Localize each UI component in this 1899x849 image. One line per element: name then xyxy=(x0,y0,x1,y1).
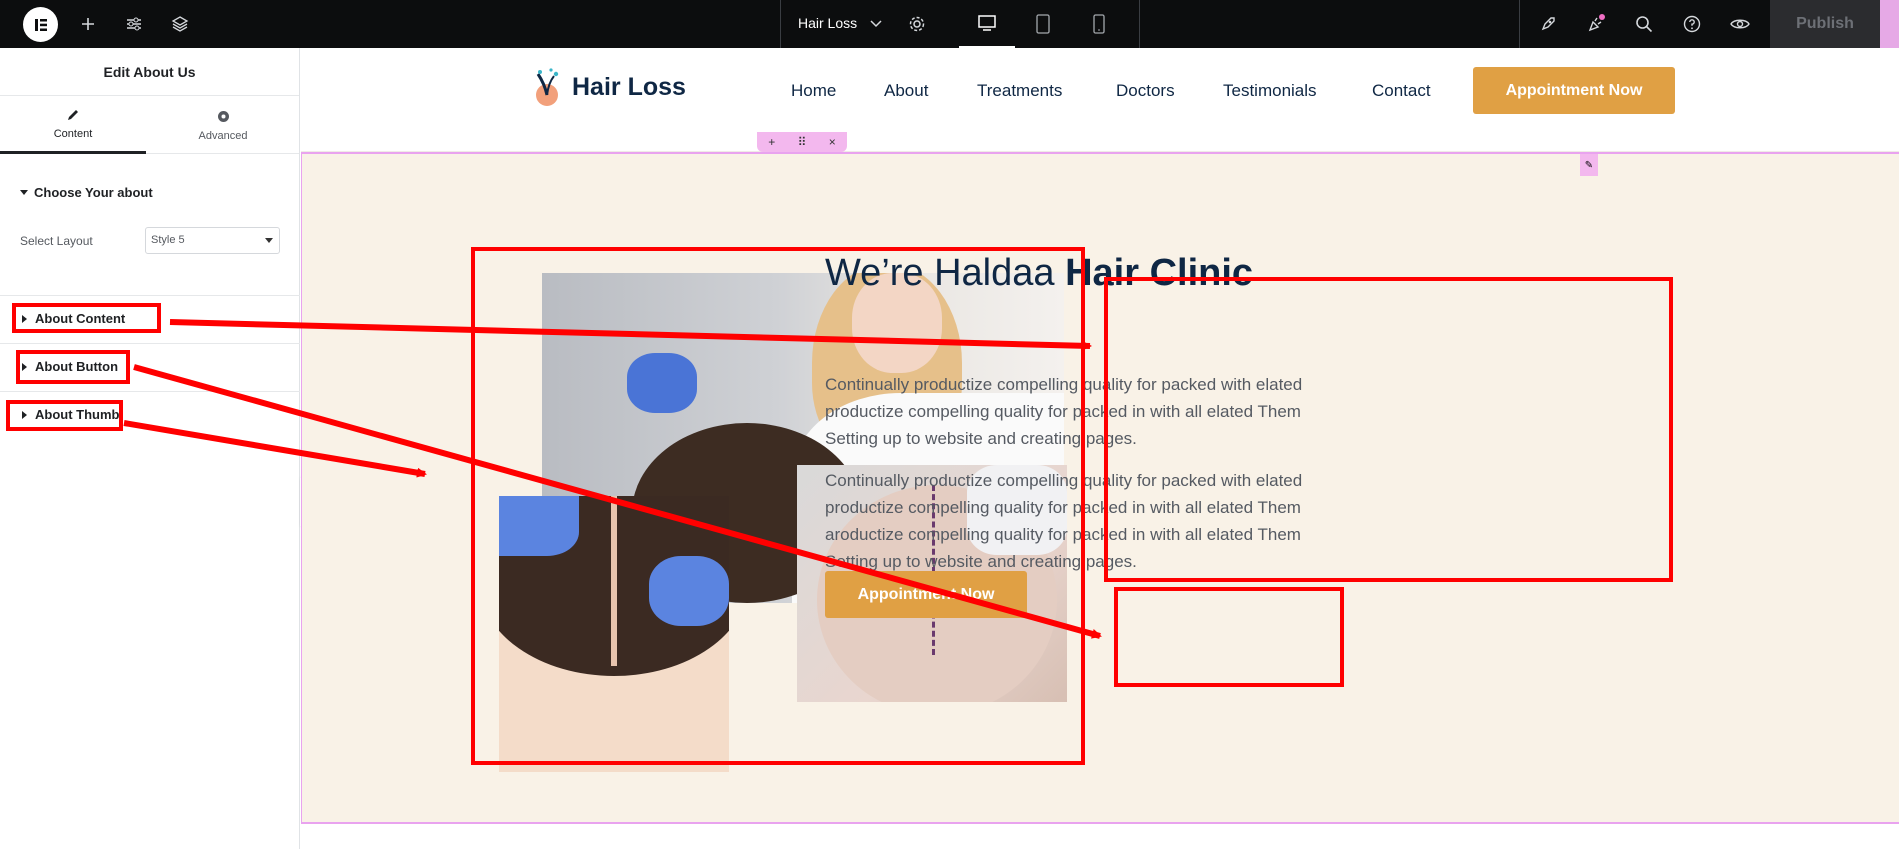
site-header: Hair Loss Home About Treatments Doctors … xyxy=(301,48,1899,152)
hair-follicle-logo-icon xyxy=(536,68,559,106)
editor-topbar: Hair Loss Publish xyxy=(0,0,1899,48)
drag-handle-icon[interactable]: ⠿ xyxy=(798,135,807,149)
desktop-icon xyxy=(978,15,996,31)
select-layout-value: Style 5 xyxy=(151,234,185,246)
section-toolbar: + ⠿ × xyxy=(757,132,847,152)
search-icon[interactable] xyxy=(1632,12,1656,36)
caret-right-icon xyxy=(22,314,27,323)
about-paragraph-2: Continually productize compelling qualit… xyxy=(825,471,1303,571)
about-heading: We’re Haldaa Hair Clinic xyxy=(825,252,1253,295)
site-settings-icon[interactable] xyxy=(122,12,146,36)
whats-new-icon[interactable] xyxy=(1584,12,1608,36)
accordion-label: About Thumb xyxy=(35,407,120,422)
section-choose-about[interactable]: Choose Your about xyxy=(20,185,153,200)
publish-options-button[interactable] xyxy=(1880,0,1899,48)
select-layout-dropdown[interactable]: Style 5 xyxy=(145,227,280,254)
tab-content[interactable]: Content xyxy=(0,96,146,154)
page-settings-gear-icon[interactable] xyxy=(905,12,929,36)
caret-down-icon xyxy=(20,190,28,195)
tab-advanced-label: Advanced xyxy=(198,129,248,142)
elementor-logo-icon[interactable] xyxy=(23,7,58,42)
widget-settings-panel: Edit About Us Content Advanced Choose Yo… xyxy=(0,48,300,849)
desktop-view-button[interactable] xyxy=(959,0,1015,48)
pencil-icon xyxy=(68,109,78,120)
caret-right-icon xyxy=(22,362,27,371)
nav-testimonials[interactable]: Testimonials xyxy=(1223,81,1317,101)
nav-home[interactable]: Home xyxy=(791,81,836,101)
tab-content-label: Content xyxy=(53,127,93,140)
about-heading-bold: Hair Clinic xyxy=(1065,252,1254,294)
accordion-about-thumb[interactable]: About Thumb xyxy=(0,391,300,439)
preview-eye-icon[interactable] xyxy=(1728,12,1752,36)
site-brand-name: Hair Loss xyxy=(572,72,686,101)
document-title[interactable]: Hair Loss xyxy=(798,15,857,31)
header-appointment-button[interactable]: Appointment Now xyxy=(1473,67,1675,114)
accordion-label: About Button xyxy=(35,359,119,374)
accordion-label: About Content xyxy=(35,311,126,326)
chevron-down-icon[interactable] xyxy=(864,12,888,36)
about-image-parting xyxy=(499,496,729,772)
layers-icon[interactable] xyxy=(168,12,192,36)
panel-title: Edit About Us xyxy=(0,48,299,96)
publish-button[interactable]: Publish xyxy=(1770,0,1880,48)
delete-section-icon[interactable]: × xyxy=(829,135,836,149)
nav-contact[interactable]: Contact xyxy=(1372,81,1431,101)
nav-doctors[interactable]: Doctors xyxy=(1116,81,1175,101)
panel-tabs: Content Advanced xyxy=(0,96,299,154)
accordion-about-content[interactable]: About Content xyxy=(0,295,300,343)
nav-about[interactable]: About xyxy=(884,81,928,101)
rocket-icon[interactable] xyxy=(1536,12,1560,36)
select-layout-label: Select Layout xyxy=(20,234,93,248)
add-section-icon[interactable]: + xyxy=(768,135,775,149)
about-paragraph-1: Continually productize compelling qualit… xyxy=(825,375,1303,448)
edit-widget-pencil-icon[interactable]: ✎ xyxy=(1580,154,1598,176)
section-choose-about-label: Choose Your about xyxy=(34,185,153,200)
add-element-icon[interactable] xyxy=(76,12,100,36)
accordion-about-button[interactable]: About Button xyxy=(0,343,300,391)
about-appointment-button[interactable]: Appointment Now xyxy=(825,571,1027,618)
nav-treatments[interactable]: Treatments xyxy=(977,81,1062,101)
topbar-divider xyxy=(1519,0,1520,48)
dropdown-caret-icon xyxy=(265,238,273,243)
mobile-icon xyxy=(1093,14,1105,34)
tablet-icon xyxy=(1036,14,1050,34)
caret-right-icon xyxy=(22,410,27,419)
mobile-view-button[interactable] xyxy=(1071,0,1127,48)
site-logo[interactable]: Hair Loss xyxy=(530,68,686,106)
about-heading-light: We’re Haldaa xyxy=(825,252,1066,294)
help-icon[interactable] xyxy=(1680,12,1704,36)
tab-advanced[interactable]: Advanced xyxy=(150,96,296,154)
gear-icon xyxy=(217,110,229,122)
tablet-view-button[interactable] xyxy=(1015,0,1071,48)
